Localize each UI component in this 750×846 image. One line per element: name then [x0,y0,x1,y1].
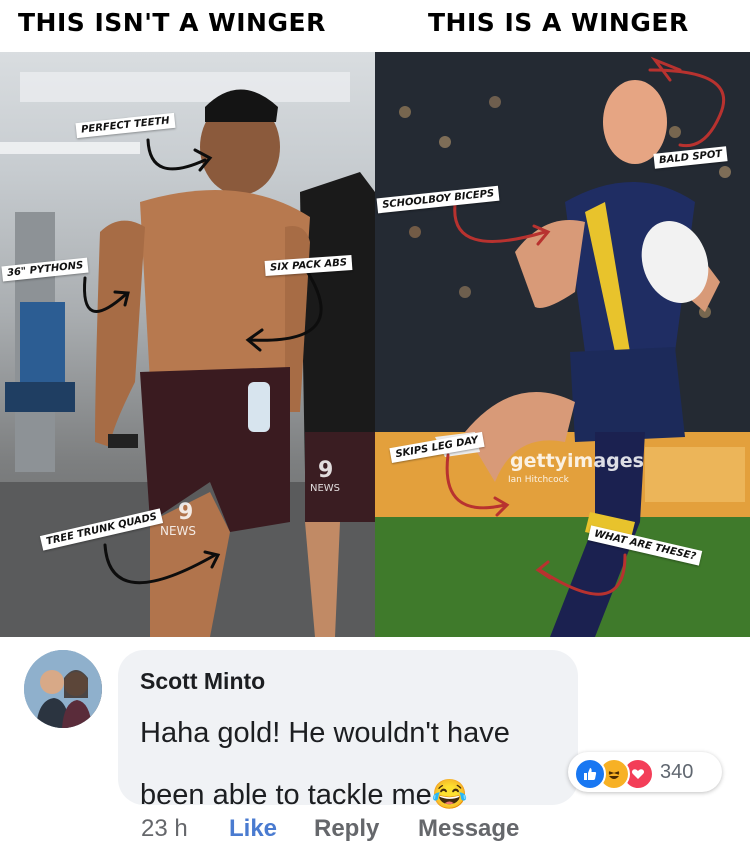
like-icon [574,758,606,790]
reaction-summary[interactable]: 340 [568,752,722,792]
commenter-name[interactable]: Scott Minto [140,668,265,695]
avatar-photo [24,650,102,728]
message-link[interactable]: Message [418,815,519,843]
meme-image: THIS ISN'T A WINGER THIS IS A WINGER PER… [0,0,750,637]
comment-text: Haha gold! He wouldn't have been able to… [140,717,510,811]
news-logo-text-2: NEWS [160,524,197,538]
reaction-count: 340 [660,761,694,783]
getty-watermark: gettyimages [510,450,644,472]
news-logo-2: 9 [178,500,194,525]
avatar[interactable] [24,650,102,728]
news-logo-text: NEWS [310,483,341,494]
news-logo: 9 [318,458,334,483]
like-link[interactable]: Like [229,815,277,843]
reply-link[interactable]: Reply [314,815,379,843]
getty-credit: Ian Hitchcock [508,475,569,485]
comment-timestamp[interactable]: 23 h [141,815,188,843]
